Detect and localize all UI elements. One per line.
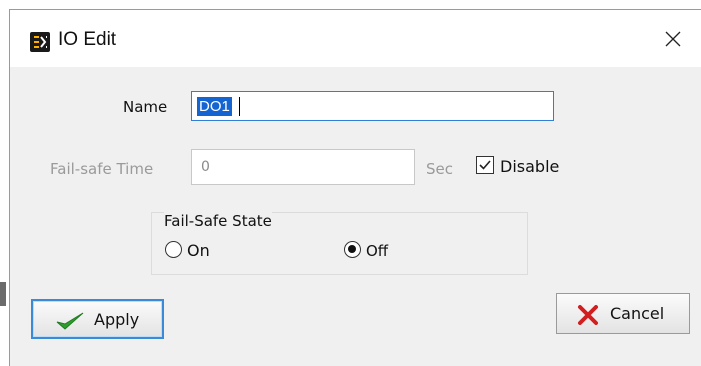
close-button[interactable] [658, 26, 688, 52]
name-input-selected-text: DO1 [197, 97, 232, 116]
app-icon [30, 32, 50, 52]
radio-off-label[interactable]: Off [366, 242, 388, 260]
failsafe-state-title: Fail-Safe State [164, 212, 272, 230]
io-edit-dialog: IO Edit Name DO1 Fail-safe Time 0 Sec Di… [9, 9, 701, 366]
name-label: Name [123, 98, 168, 116]
cancel-button-label: Cancel [610, 304, 665, 323]
name-input[interactable]: DO1 [191, 91, 554, 121]
desktop-background: IO Edit Name DO1 Fail-safe Time 0 Sec Di… [0, 0, 701, 366]
apply-button[interactable]: Apply [31, 299, 164, 339]
radio-on-label[interactable]: On [187, 241, 210, 260]
disable-label[interactable]: Disable [500, 157, 559, 176]
background-window-fragment [0, 282, 6, 306]
disable-checkbox[interactable] [476, 156, 494, 174]
background-window-edge [0, 0, 8, 366]
radio-selected-dot [348, 245, 356, 253]
title-bar: IO Edit [10, 10, 701, 67]
radio-off[interactable] [344, 241, 361, 258]
close-icon [665, 31, 681, 47]
radio-on[interactable] [165, 241, 182, 258]
failsafe-time-unit: Sec [426, 160, 453, 178]
failsafe-time-label: Fail-safe Time [50, 160, 154, 178]
window-title: IO Edit [58, 29, 117, 50]
text-caret [239, 97, 240, 116]
apply-button-label: Apply [94, 310, 140, 329]
cancel-button[interactable]: Cancel [556, 293, 690, 334]
green-checkmark-icon [56, 312, 84, 330]
failsafe-time-input: 0 [191, 149, 415, 185]
checkmark-icon [479, 160, 491, 170]
red-x-icon [578, 305, 598, 325]
